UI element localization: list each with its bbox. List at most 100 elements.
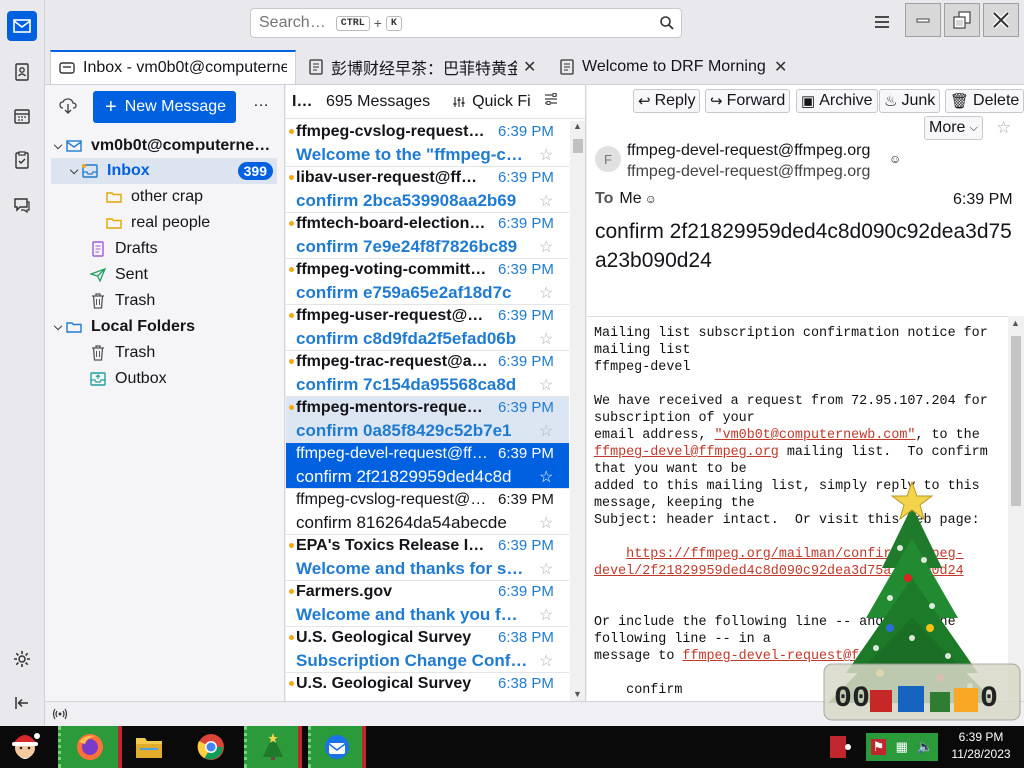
list-address-link[interactable]: ffmpeg-devel@ffmpeg.org bbox=[594, 445, 779, 460]
unread-dot-icon[interactable] bbox=[289, 635, 294, 640]
thread-row[interactable]: ffmpeg-trac-request@avcodec.org 6:39 PM co… bbox=[286, 351, 569, 397]
thread-row[interactable]: libav-user-request@ffmpeg.org 6:39 PM conf… bbox=[286, 167, 569, 213]
thread-row[interactable]: ffmpeg-devel-request@ffmpeg.org 6:39 PM co… bbox=[286, 443, 569, 489]
star-icon[interactable]: ☆ bbox=[539, 513, 553, 533]
star-icon[interactable]: ☆ bbox=[539, 283, 553, 303]
network-icon[interactable]: ▦ bbox=[896, 739, 908, 755]
chrome-icon[interactable] bbox=[188, 726, 234, 768]
star-icon[interactable]: ☆ bbox=[539, 375, 553, 395]
online-status-icon[interactable] bbox=[52, 707, 68, 724]
folder-real-people[interactable]: real people bbox=[51, 210, 277, 236]
unread-dot-icon[interactable] bbox=[289, 359, 294, 364]
unread-dot-icon[interactable] bbox=[289, 267, 294, 272]
folder-drafts[interactable]: Drafts bbox=[51, 236, 277, 262]
search-icon[interactable] bbox=[659, 15, 675, 36]
scroll-up-icon[interactable]: ▲ bbox=[573, 121, 582, 131]
thread-row[interactable]: ffmpeg-cvslog-request@ffmpeg.org 6:39 PM W… bbox=[286, 121, 569, 167]
global-search-box[interactable]: Search… CTRL + K bbox=[250, 8, 682, 38]
thread-row[interactable]: ffmpeg-cvslog-request@ffmpeg.org 6:39 PM c… bbox=[286, 489, 569, 535]
email-link[interactable]: "vm0b0t@computernewb.com" bbox=[715, 428, 916, 443]
unread-dot-icon[interactable] bbox=[289, 175, 294, 180]
minimize-button[interactable] bbox=[905, 3, 941, 37]
app-menu-icon[interactable] bbox=[871, 12, 893, 32]
folder-other-crap[interactable]: other crap bbox=[51, 184, 277, 210]
thread-row[interactable]: ffmpeg-user-request@ffmpeg.org 6:39 PM con… bbox=[286, 305, 569, 351]
unread-dot-icon[interactable] bbox=[289, 543, 294, 548]
contact-icon[interactable]: ☺ bbox=[889, 152, 901, 166]
tray-flag-icon[interactable]: ⚑ bbox=[870, 739, 887, 755]
thread-row[interactable]: U.S. Geological Survey 6:38 PM Subscriptio… bbox=[286, 627, 569, 673]
folder-outbox[interactable]: Outbox bbox=[51, 366, 277, 392]
settings-gear-icon[interactable] bbox=[7, 644, 37, 674]
local-folders-row[interactable]: ⌵ Local Folders bbox=[51, 314, 277, 340]
to-value[interactable]: Me bbox=[619, 190, 641, 207]
scrollbar-thumb[interactable] bbox=[573, 139, 583, 153]
chat-icon[interactable] bbox=[7, 190, 37, 220]
tab-message-2[interactable]: 彭博财经早茶：巴菲特黄金搭档芒格 ✕ bbox=[301, 50, 546, 84]
folder-pane-menu-button[interactable]: … bbox=[253, 93, 270, 111]
chevron-down-icon[interactable]: ⌵ bbox=[67, 165, 81, 178]
get-messages-icon[interactable] bbox=[59, 97, 77, 118]
unread-dot-icon[interactable] bbox=[289, 589, 294, 594]
tree-app-taskbar-icon[interactable] bbox=[244, 726, 302, 768]
folder-sent[interactable]: Sent bbox=[51, 262, 277, 288]
scrollbar-thumb[interactable] bbox=[1011, 336, 1021, 506]
unread-dot-icon[interactable] bbox=[289, 681, 294, 686]
star-icon[interactable]: ☆ bbox=[539, 651, 553, 671]
quick-filter-button[interactable]: Quick Filter bbox=[452, 93, 530, 111]
collapse-spaces-icon[interactable] bbox=[7, 688, 37, 718]
delete-button[interactable]: 🗑 Delete bbox=[945, 89, 1024, 113]
address-book-icon[interactable] bbox=[7, 57, 37, 87]
star-icon[interactable]: ☆ bbox=[539, 237, 553, 257]
junk-button[interactable]: ♨ Junk bbox=[879, 89, 941, 113]
unread-dot-icon[interactable] bbox=[289, 405, 294, 410]
archive-button[interactable]: ▣ Archive bbox=[796, 89, 878, 113]
folder-inbox[interactable]: ⌵ Inbox 399 bbox=[51, 158, 277, 184]
chevron-down-icon[interactable]: ⌵ bbox=[51, 321, 65, 334]
firefox-taskbar-icon[interactable] bbox=[58, 726, 122, 768]
tab-inbox[interactable]: Inbox - vm0b0t@computernewb.com bbox=[50, 50, 296, 84]
star-icon[interactable]: ☆ bbox=[539, 467, 553, 487]
thread-row[interactable]: EPA's Toxics Release Inventory 6:39 PM Wel… bbox=[286, 535, 569, 581]
thread-row[interactable]: Farmers.gov 6:39 PM Welcome and thank you … bbox=[286, 581, 569, 627]
star-icon[interactable]: ☆ bbox=[539, 329, 553, 349]
taskbar-clock[interactable]: 6:39 PM 11/28/2023 bbox=[938, 729, 1024, 763]
close-tab-icon[interactable]: ✕ bbox=[774, 57, 787, 77]
star-icon[interactable]: ☆ bbox=[996, 118, 1011, 138]
folder-trash[interactable]: Trash bbox=[51, 288, 277, 314]
thread-row[interactable]: ffmpeg-voting-committee-request@ffmpeg.o… bbox=[286, 259, 569, 305]
unread-dot-icon[interactable] bbox=[289, 221, 294, 226]
star-icon[interactable]: ☆ bbox=[539, 421, 553, 441]
scroll-up-icon[interactable]: ▲ bbox=[1011, 318, 1020, 328]
contact-icon[interactable]: ☺ bbox=[645, 192, 657, 206]
unread-dot-icon[interactable] bbox=[289, 313, 294, 318]
star-icon[interactable]: ☆ bbox=[539, 605, 553, 625]
thread-row[interactable]: U.S. Geological Survey6:38 PM☆ bbox=[286, 673, 569, 701]
star-icon[interactable]: ☆ bbox=[539, 145, 553, 165]
star-icon[interactable]: ☆ bbox=[539, 191, 553, 211]
thunderbird-taskbar-icon[interactable] bbox=[308, 726, 366, 768]
new-message-button[interactable]: + New Message bbox=[93, 91, 236, 123]
calendar-icon[interactable] bbox=[7, 101, 37, 131]
thread-row[interactable]: ffmtech-board-election-request@ffmpeg.or… bbox=[286, 213, 569, 259]
folder-local-trash[interactable]: Trash bbox=[51, 340, 277, 366]
request-address-link[interactable]: ffmpeg-devel-request@ffmpeg.org bbox=[682, 649, 931, 664]
tasks-icon[interactable] bbox=[7, 145, 37, 175]
volume-icon[interactable]: 🔈 bbox=[917, 739, 933, 755]
forward-button[interactable]: ↪ Forward bbox=[705, 89, 791, 113]
star-icon[interactable]: ☆ bbox=[539, 559, 553, 579]
display-options-icon[interactable] bbox=[544, 92, 558, 111]
close-window-button[interactable] bbox=[983, 3, 1019, 37]
from-address[interactable]: ffmpeg-devel-request@ffmpeg.org bbox=[627, 142, 870, 160]
confirm-url-link[interactable]: https://ffmpeg.org/mailman/confirm/ffmpe… bbox=[594, 547, 964, 579]
more-button[interactable]: More ⌵ bbox=[924, 116, 983, 140]
file-explorer-icon[interactable] bbox=[126, 726, 172, 768]
scroll-down-icon[interactable]: ▼ bbox=[573, 689, 582, 699]
close-tab-icon[interactable]: ✕ bbox=[523, 57, 536, 77]
account-row[interactable]: ⌵ vm0b0t@computernewb.com bbox=[51, 133, 277, 159]
thread-row[interactable]: ffmpeg-mentors-request@ffmpeg.org 6:39 PM… bbox=[286, 397, 569, 443]
start-santa-icon[interactable] bbox=[0, 726, 50, 768]
tab-message-3[interactable]: Welcome to DRF Morning Line ✕ bbox=[552, 50, 797, 84]
message-scrollbar[interactable]: ▲ bbox=[1008, 316, 1024, 701]
restore-button[interactable] bbox=[944, 3, 980, 37]
